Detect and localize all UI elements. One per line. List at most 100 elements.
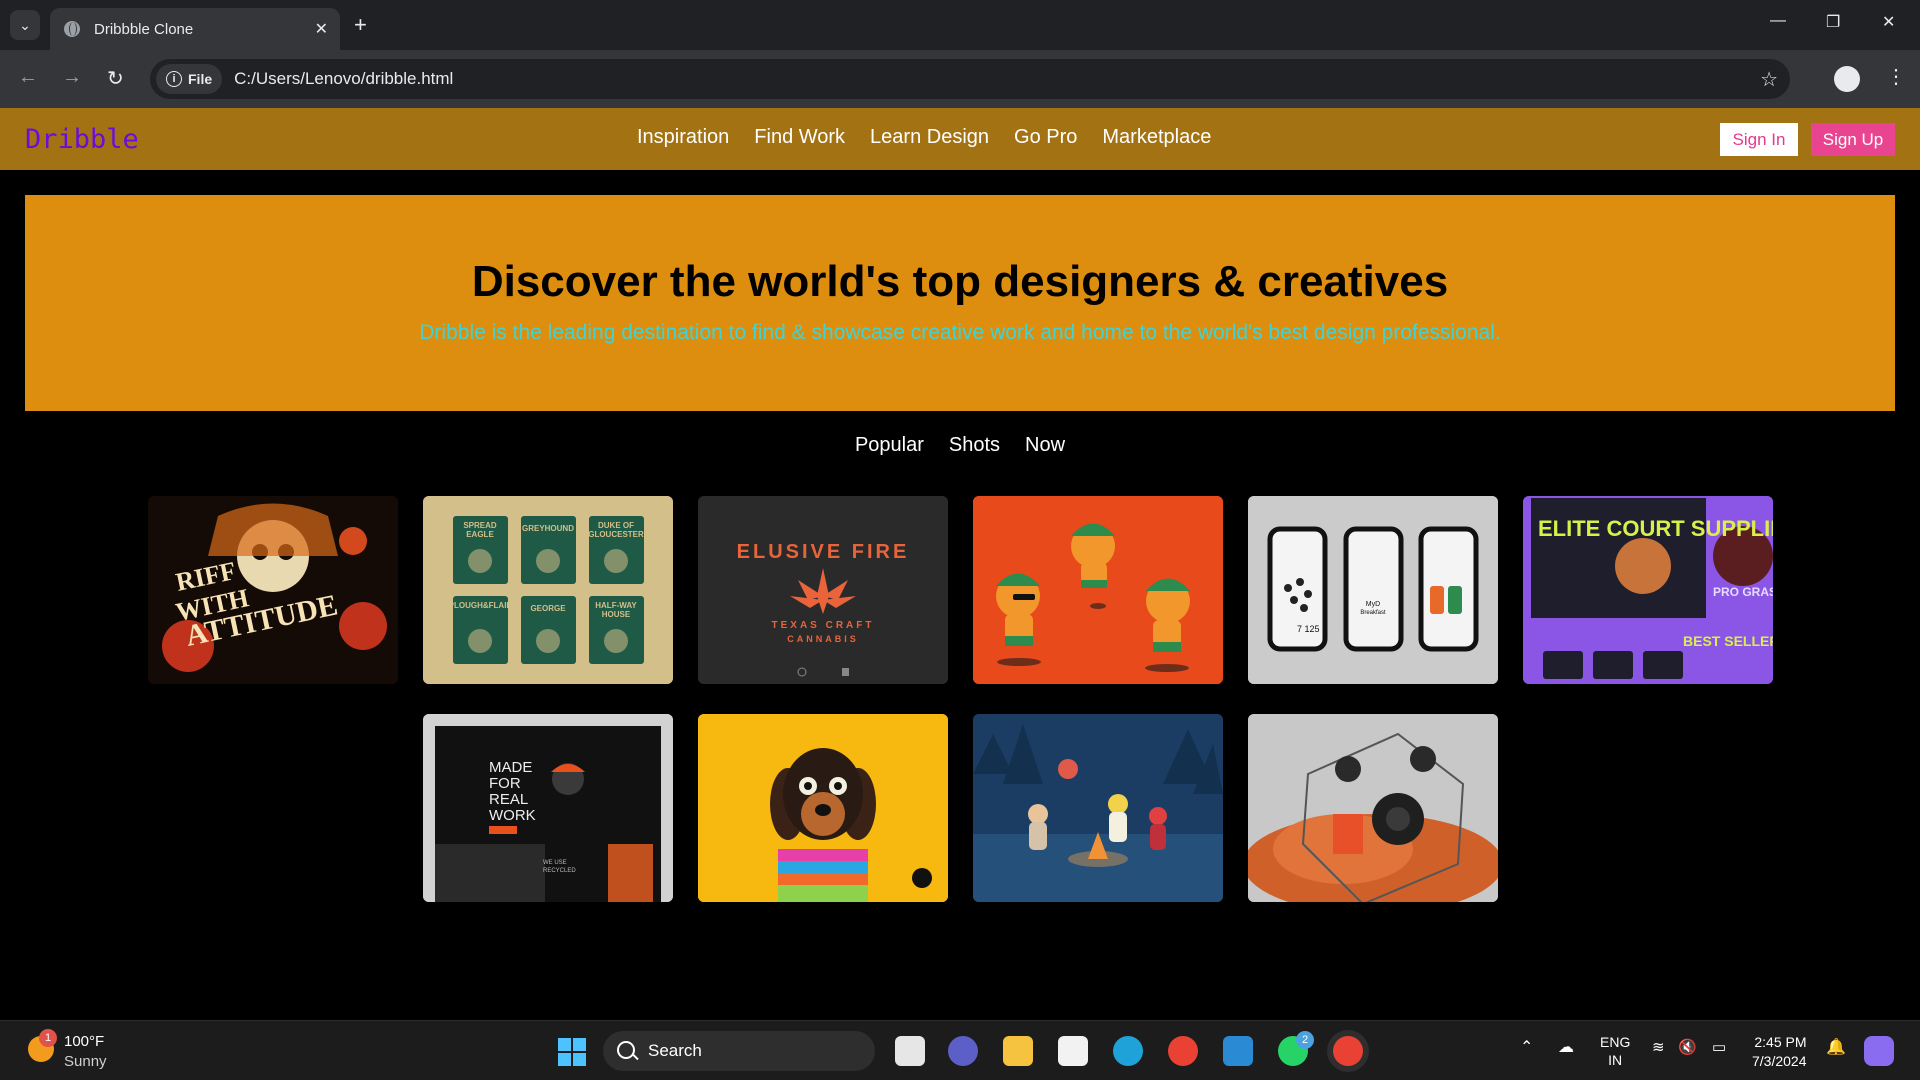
svg-text:ELITE COURT SUPPLIES: ELITE COURT SUPPLIES <box>1538 516 1773 541</box>
site-info-label: File <box>188 71 213 87</box>
microsoft-store-icon[interactable] <box>1058 1036 1088 1066</box>
filter-shots[interactable]: Shots <box>949 434 1000 457</box>
nav-find-work[interactable]: Find Work <box>754 126 845 149</box>
task-view-icon[interactable] <box>895 1036 925 1066</box>
windows-start-icon[interactable] <box>558 1038 586 1066</box>
close-tab-icon[interactable]: ✕ <box>315 19 328 39</box>
shot-pub-labels-image: SPREADEAGLE GREYHOUND DUKE OFGLOUCESTER … <box>423 496 673 684</box>
svg-text:MADE: MADE <box>489 759 532 776</box>
language-indicator[interactable]: ENG IN <box>1600 1033 1630 1069</box>
shot-speaker-image <box>1248 714 1498 902</box>
svg-text:BEST SELLER: BEST SELLER <box>1683 633 1773 649</box>
svg-text:Breakfast: Breakfast <box>1360 610 1386 616</box>
hero-banner: Discover the world's top designers & cre… <box>25 195 1895 411</box>
svg-text:ELUSIVE FIRE: ELUSIVE FIRE <box>737 541 910 563</box>
back-icon[interactable]: ← <box>18 66 38 89</box>
chrome-icon[interactable] <box>1168 1036 1198 1066</box>
shot-card[interactable]: RIFF WITH ATTITUDE <box>148 496 398 684</box>
chrome-active-icon[interactable] <box>1333 1036 1363 1066</box>
svg-text:WE USE: WE USE <box>543 860 567 866</box>
main-nav: Inspiration Find Work Learn Design Go Pr… <box>637 126 1211 149</box>
close-window-icon[interactable]: ✕ <box>1882 12 1895 32</box>
weather-condition[interactable]: Sunny <box>64 1053 107 1070</box>
shot-card[interactable]: MADE FOR REAL WORK WE USE RECYCLED <box>423 714 673 902</box>
svg-text:SPREAD: SPREAD <box>463 521 497 530</box>
show-hidden-icons-icon[interactable]: ⌃ <box>1520 1039 1533 1057</box>
forward-icon[interactable]: → <box>62 66 82 89</box>
filter-popular[interactable]: Popular <box>855 434 924 457</box>
svg-text:GLOUCESTER: GLOUCESTER <box>588 530 644 539</box>
shot-elusive-fire-image: ELUSIVE FIRE TEXAS CRAFT CANNABIS <box>698 496 948 684</box>
reload-icon[interactable]: ↻ <box>107 66 124 91</box>
site-header: Dribble Inspiration Find Work Learn Desi… <box>0 108 1920 170</box>
svg-text:RECYCLED: RECYCLED <box>543 868 576 874</box>
svg-text:FOR: FOR <box>489 775 521 792</box>
shot-card[interactable] <box>973 496 1223 684</box>
vscode-icon[interactable] <box>1223 1036 1253 1066</box>
svg-text:7 125: 7 125 <box>1297 624 1320 634</box>
browser-menu-icon[interactable]: ⋮ <box>1886 64 1906 89</box>
site-info-chip[interactable]: i File <box>156 64 223 94</box>
shot-card[interactable] <box>973 714 1223 902</box>
shot-cartoon-dogs-image <box>973 496 1223 684</box>
globe-icon <box>64 21 80 37</box>
shot-card[interactable] <box>1248 714 1498 902</box>
shot-dachshund-image <box>698 714 948 902</box>
filter-now[interactable]: Now <box>1025 434 1065 457</box>
sign-up-button[interactable]: Sign Up <box>1811 123 1895 156</box>
shot-card[interactable]: 7 125 MyD Breakfast <box>1248 496 1498 684</box>
region-code: IN <box>1608 1052 1623 1068</box>
tab-search-button[interactable]: ⌄ <box>10 10 40 40</box>
speaker-muted-icon[interactable]: 🔇 <box>1678 1039 1697 1057</box>
profile-avatar-icon[interactable] <box>1834 66 1860 92</box>
nav-inspiration[interactable]: Inspiration <box>637 126 729 149</box>
shot-elite-court-image: ELITE COURT SUPPLIES BEST SELLER PRO GRA… <box>1523 496 1773 684</box>
hero-subtitle: Dribble is the leading destination to fi… <box>419 321 1501 344</box>
nav-marketplace[interactable]: Marketplace <box>1102 126 1211 149</box>
url-text[interactable]: C:/Users/Lenovo/dribble.html <box>234 69 453 89</box>
shot-card[interactable]: ELITE COURT SUPPLIES BEST SELLER PRO GRA… <box>1523 496 1773 684</box>
sign-in-button[interactable]: Sign In <box>1720 123 1798 156</box>
system-clock[interactable]: 2:45 PM 7/3/2024 <box>1752 1033 1807 1071</box>
nav-go-pro[interactable]: Go Pro <box>1014 126 1077 149</box>
shot-card[interactable]: ELUSIVE FIRE TEXAS CRAFT CANNABIS <box>698 496 948 684</box>
shot-riff-image: RIFF WITH ATTITUDE <box>148 496 398 684</box>
svg-text:PRO GRAS: PRO GRAS <box>1713 585 1773 599</box>
file-explorer-icon[interactable] <box>1003 1036 1033 1066</box>
clock-time: 2:45 PM <box>1754 1034 1807 1050</box>
svg-text:HALF-WAY: HALF-WAY <box>595 601 637 610</box>
shot-real-work-image: MADE FOR REAL WORK WE USE RECYCLED <box>423 714 673 902</box>
svg-text:CANNABIS: CANNABIS <box>787 634 859 644</box>
shot-campfire-image <box>973 714 1223 902</box>
windows-taskbar: 1 100°F Sunny Search 2 ⌃ ☁ ENG IN ≋ 🔇 ▭ … <box>0 1020 1920 1080</box>
minimize-icon[interactable]: — <box>1770 12 1786 30</box>
language-code: ENG <box>1600 1034 1631 1050</box>
site-logo[interactable]: Dribble <box>25 124 139 155</box>
address-bar[interactable]: i File C:/Users/Lenovo/dribble.html ☆ <box>150 59 1790 99</box>
chevron-down-icon: ⌄ <box>19 16 31 33</box>
shot-card[interactable]: SPREAD EAGLE GREYHOUND DUKE OF GLOUCESTER … <box>423 496 673 684</box>
svg-text:WORK: WORK <box>489 807 536 824</box>
taskbar-search[interactable]: Search <box>603 1031 875 1071</box>
browser-toolbar: ← → ↻ i File C:/Users/Lenovo/dribble.htm… <box>0 50 1920 108</box>
bookmark-star-icon[interactable]: ☆ <box>1760 67 1778 92</box>
taskbar-search-label: Search <box>648 1041 702 1060</box>
copilot-icon[interactable] <box>1864 1036 1894 1066</box>
svg-text:GREYHOUND: GREYHOUND <box>522 524 574 533</box>
browser-tab[interactable]: Dribbble Clone ✕ <box>50 8 340 50</box>
notification-bell-icon[interactable]: 🔔 <box>1826 1039 1846 1057</box>
tab-title: Dribbble Clone <box>94 20 194 38</box>
wifi-icon[interactable]: ≋ <box>1652 1039 1665 1057</box>
weather-temperature[interactable]: 100°F <box>64 1033 104 1050</box>
shot-card[interactable] <box>698 714 948 902</box>
new-tab-button[interactable]: + <box>354 12 367 38</box>
onedrive-cloud-icon[interactable]: ☁ <box>1558 1039 1574 1057</box>
teams-chat-icon[interactable] <box>948 1036 978 1066</box>
nav-learn-design[interactable]: Learn Design <box>870 126 989 149</box>
search-icon <box>617 1041 635 1059</box>
filter-bar: Popular Shots Now <box>0 434 1920 457</box>
whatsapp-badge: 2 <box>1296 1031 1314 1049</box>
restore-icon[interactable]: ❐ <box>1826 12 1840 32</box>
battery-icon[interactable]: ▭ <box>1712 1039 1726 1057</box>
edge-browser-icon[interactable] <box>1113 1036 1143 1066</box>
